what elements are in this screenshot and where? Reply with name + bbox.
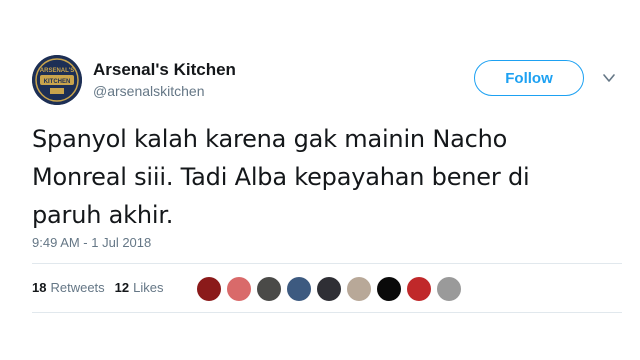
follow-button-label: Follow: [505, 69, 553, 87]
retweets-count: 18: [32, 280, 47, 295]
liker-avatar[interactable]: [316, 276, 342, 302]
tweet-timestamp[interactable]: 9:49 AM - 1 Jul 2018: [32, 235, 151, 250]
author-avatar[interactable]: ARSENAL'S KITCHEN: [32, 55, 82, 105]
follow-button[interactable]: Follow: [474, 60, 584, 96]
tweet-stats: 18 Retweets 12 Likes: [32, 280, 164, 295]
liker-avatar[interactable]: [376, 276, 402, 302]
retweets-label: Retweets: [50, 280, 105, 295]
svg-text:KITCHEN: KITCHEN: [44, 79, 71, 85]
liker-avatar[interactable]: [226, 276, 252, 302]
author-name[interactable]: Arsenal's Kitchen: [93, 60, 236, 80]
tweet-text: Spanyol kalah karena gak mainin Nacho Mo…: [32, 125, 530, 229]
liker-avatar[interactable]: [256, 276, 282, 302]
tweet-card: ARSENAL'S KITCHEN Arsenal's Kitchen @ars…: [0, 0, 640, 360]
likes-label: Likes: [133, 280, 164, 295]
likes-count: 12: [114, 280, 130, 295]
liker-avatar[interactable]: [436, 276, 462, 302]
svg-text:ARSENAL'S: ARSENAL'S: [40, 68, 74, 74]
divider: [32, 312, 622, 313]
chevron-down-icon[interactable]: [602, 71, 616, 85]
retweets-stat[interactable]: 18 Retweets: [32, 280, 105, 295]
arsenals-kitchen-logo: ARSENAL'S KITCHEN: [32, 55, 82, 105]
divider: [32, 263, 622, 264]
author-handle[interactable]: @arsenalskitchen: [93, 83, 205, 99]
likes-stat[interactable]: 12 Likes: [115, 280, 164, 295]
liker-avatar[interactable]: [196, 276, 222, 302]
liker-avatar[interactable]: [346, 276, 372, 302]
liker-avatar[interactable]: [406, 276, 432, 302]
liker-avatar[interactable]: [286, 276, 312, 302]
